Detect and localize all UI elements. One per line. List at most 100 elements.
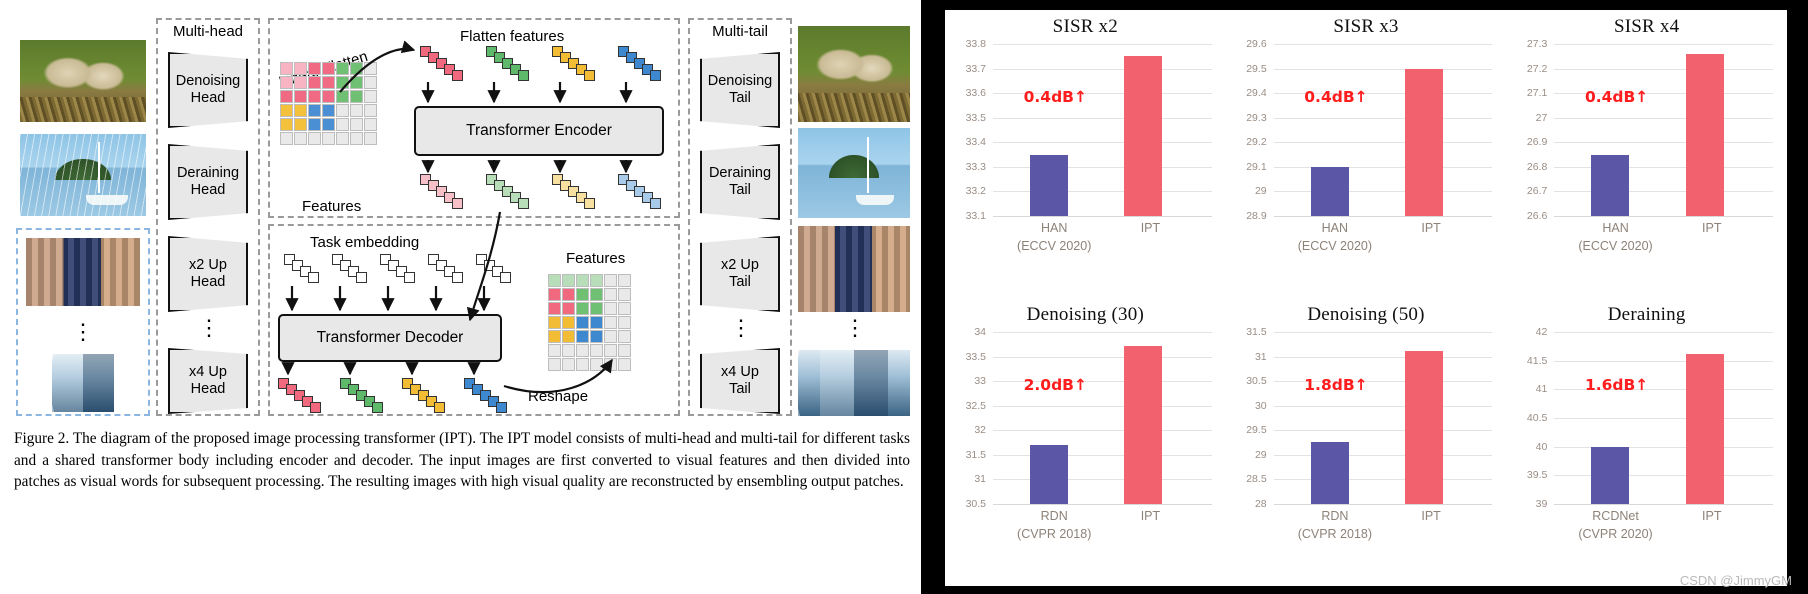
- y-axis-tick: 29.6: [1246, 38, 1267, 50]
- y-axis-tick: 26.6: [1526, 210, 1548, 222]
- improvement-annotation: 0.4dB↑: [1023, 87, 1087, 106]
- y-axis-tick: 27.3: [1526, 38, 1548, 50]
- bar-ipt: [1124, 56, 1163, 216]
- y-axis-tick: 28.9: [1246, 210, 1267, 222]
- bars-container: [1554, 44, 1773, 216]
- x-axis-label-name: HAN: [1041, 221, 1068, 235]
- y-axis-tick: 33.5: [965, 350, 986, 363]
- chart-1: SISR x2 33.8 33.7 33.6 33.5 33.4 33.3 33.2 33.1 0…: [945, 10, 1226, 298]
- x-axis-label-venue: (CVPR 2020): [1578, 527, 1653, 542]
- y-axis-tick: 40: [1535, 440, 1548, 453]
- chart-4: Denoising (30) 34 33.5 33 32.5 32 31.5 31 30.5 2.…: [945, 298, 1226, 586]
- x4up-tail-line2: Tail: [729, 381, 751, 397]
- x-axis-labels: RDN (CVPR 2018) IPT: [1274, 507, 1493, 551]
- y-axis-tick: 31.5: [1246, 326, 1267, 338]
- y-axis-tick: 29: [1254, 185, 1267, 198]
- charts-panel: SISR x2 33.8 33.7 33.6 33.5 33.4 33.3 33.2 33.1 0…: [921, 0, 1808, 594]
- x-axis-label-name: IPT: [1421, 221, 1441, 235]
- x4up-head-line2: Head: [190, 381, 226, 397]
- bar-han: [1591, 154, 1630, 216]
- x-axis-label-name: RCDNet: [1592, 509, 1639, 523]
- y-axis-tick: 26.7: [1526, 185, 1548, 198]
- y-axis-tick: 29.2: [1246, 136, 1267, 149]
- plot-area: 31.5 31 30.5 30 29.5 29 28.5 28 1.8dB↑: [1246, 326, 1493, 510]
- y-axis-tick: 33.8: [965, 38, 986, 50]
- charts-grid: SISR x2 33.8 33.7 33.6 33.5 33.4 33.3 33.2 33.1 0…: [945, 10, 1787, 586]
- bar-rdn: [1030, 445, 1069, 504]
- output-face-thumb: [798, 226, 910, 312]
- denoising-tail-line1: Denoising: [707, 73, 773, 90]
- plot-area: 29.6 29.5 29.4 29.3 29.2 29.1 29 28.9 0.4dB↑: [1246, 38, 1493, 222]
- y-axis-tick: 39: [1535, 498, 1548, 510]
- paper-figure-panel: Multi-head Multi-tail ⋮ Denoising Head D…: [0, 0, 921, 594]
- y-axis-tick: 26.8: [1526, 160, 1548, 173]
- x-axis-labels: RCDNet (CVPR 2020) IPT: [1554, 507, 1773, 551]
- y-axis-tick: 31: [974, 473, 986, 486]
- y-axis-tick: 32.5: [965, 399, 986, 412]
- input-boat-thumb: [20, 134, 146, 216]
- y-axis-tick: 29: [1254, 448, 1267, 461]
- x-axis-labels: RDN (CVPR 2018) IPT: [993, 507, 1212, 551]
- y-axis-tick: 41: [1535, 383, 1548, 396]
- x-axis-label-venue: (ECCV 2020): [1297, 239, 1373, 254]
- y-axis-tick: 29.5: [1246, 424, 1267, 437]
- improvement-annotation: 1.8dB↑: [1304, 375, 1368, 394]
- deraining-tail-line1: Deraining: [708, 165, 772, 182]
- y-axis-tick: 40.5: [1526, 412, 1548, 424]
- plot-area: 34 33.5 33 32.5 32 31.5 31 30.5 2.0dB↑: [966, 326, 1212, 510]
- figure-caption: Figure 2. The diagram of the proposed im…: [14, 430, 910, 491]
- y-axis-tick: 30.5: [1246, 375, 1267, 388]
- y-axis-tick: 33.4: [965, 136, 986, 149]
- chart-title: SISR x4: [1614, 16, 1680, 37]
- denoising-tail: Denoising Tail: [700, 52, 780, 128]
- x4up-head-line1: x4 Up: [189, 364, 227, 381]
- x-axis-label: IPT: [1383, 507, 1479, 525]
- deraining-head-line1: Deraining: [176, 165, 240, 182]
- denoising-head-line1: Denoising: [175, 73, 241, 90]
- x-axis-label-name: IPT: [1702, 509, 1722, 523]
- x-axis-label: RDN (CVPR 2018): [1287, 507, 1383, 543]
- input-features-grid: [280, 62, 400, 182]
- y-axis-tick: 33.2: [965, 185, 986, 198]
- x2up-tail-line1: x2 Up: [721, 257, 759, 274]
- denoising-head-line2: Head: [190, 90, 226, 106]
- x2up-tail-line2: Tail: [729, 274, 751, 290]
- plot-area: 42 41.5 41 40.5 40 39.5 39 1.6dB↑: [1527, 326, 1773, 510]
- y-axis-tick: 34: [974, 326, 986, 338]
- denoising-head: Denoising Head: [168, 52, 248, 128]
- input-ellipsis: ⋮: [72, 319, 94, 344]
- chart-3: SISR x4 27.3 27.2 27.1 27 26.9 26.8 26.7 26.6 0.4…: [1506, 10, 1787, 298]
- deraining-head-line2: Head: [190, 182, 226, 198]
- y-axis-tick: 33: [974, 375, 986, 388]
- output-ellipsis: ⋮: [844, 315, 866, 340]
- multi-tail-label: Multi-tail: [712, 23, 768, 40]
- y-axis-tick: 33.1: [965, 210, 986, 222]
- output-tower-thumb: [798, 350, 910, 416]
- chart-title: SISR x2: [1052, 16, 1118, 37]
- deraining-tail-line2: Tail: [729, 182, 751, 198]
- bar-rcdnet: [1591, 446, 1630, 504]
- improvement-annotation: 0.4dB↑: [1584, 87, 1649, 106]
- x-axis-label-name: RDN: [1040, 509, 1068, 523]
- x2up-head-line2: Head: [190, 274, 226, 290]
- y-axis-tick: 28.5: [1246, 473, 1267, 486]
- x-axis-label-name: HAN: [1321, 221, 1349, 235]
- chart-title: Deraining: [1607, 304, 1686, 325]
- x-axis-label-venue: (CVPR 2018): [1297, 527, 1373, 542]
- y-axis-tick: 29.3: [1246, 111, 1267, 124]
- y-axis-tick: 31: [1254, 350, 1267, 363]
- y-axis-tick: 30.5: [965, 498, 986, 510]
- x-axis-label: IPT: [1664, 507, 1760, 525]
- x4up-tail-line1: x4 Up: [721, 364, 759, 381]
- output-boat-thumb: [798, 128, 910, 218]
- y-axis-tick: 27.2: [1526, 62, 1548, 75]
- transformer-encoder-label: Transformer Encoder: [466, 122, 612, 139]
- x-axis-label-name: IPT: [1140, 221, 1161, 235]
- x-axis-label: IPT: [1664, 219, 1760, 237]
- y-axis-tick: 31.5: [965, 448, 986, 461]
- y-axis-tick: 41.5: [1526, 354, 1548, 367]
- gridline: 39: [1536, 498, 1773, 510]
- features-label: Features: [302, 198, 362, 215]
- y-axis-tick: 33.6: [965, 87, 986, 100]
- bars-container: [993, 44, 1212, 216]
